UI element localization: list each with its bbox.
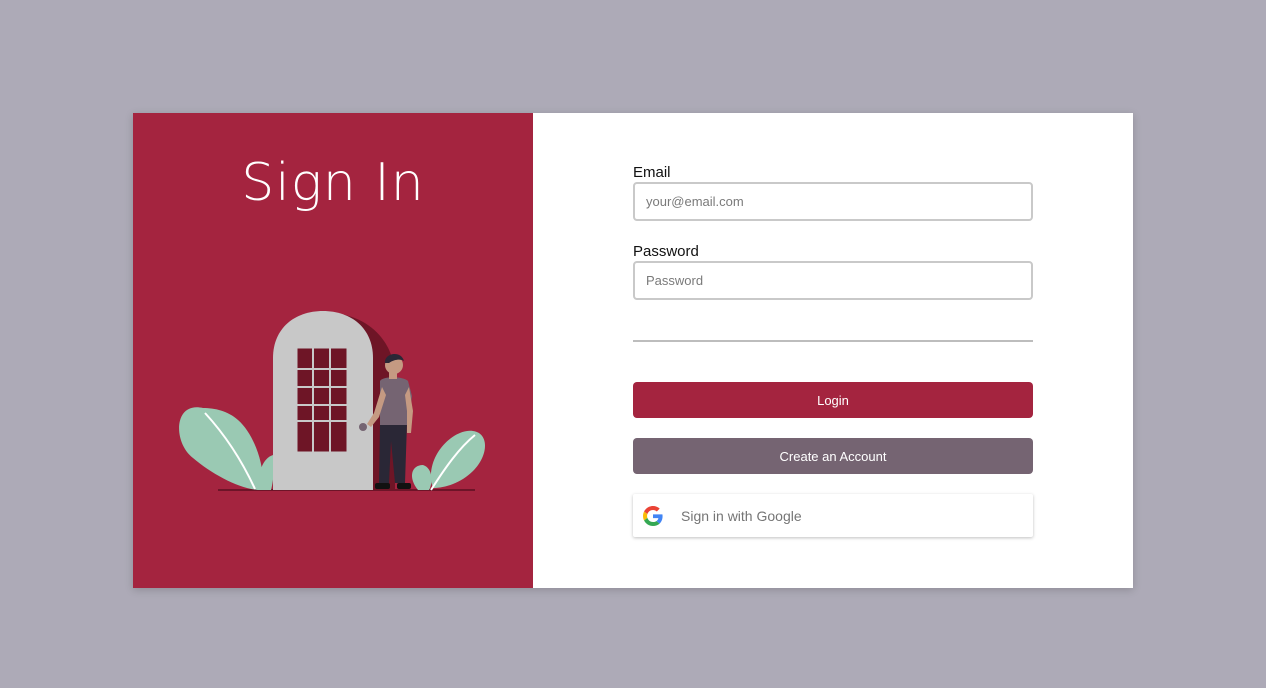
door-knob [359, 423, 367, 431]
email-label: Email [633, 164, 671, 181]
page-title: Sign In [241, 153, 425, 213]
login-button[interactable]: Login [633, 382, 1033, 418]
right-panel: Email Password Login Create an Account S… [533, 113, 1133, 588]
right-leaf [431, 430, 485, 488]
left-panel: Sign In [133, 113, 533, 588]
signin-form: Email Password Login Create an Account S… [633, 165, 1033, 537]
door-illustration [179, 311, 485, 491]
email-field[interactable] [633, 182, 1033, 221]
google-g-icon [643, 505, 663, 526]
signin-card: Sign In Email your@email.com Password Lo… [133, 113, 1133, 588]
form-divider [633, 340, 1033, 342]
password-label: Password [633, 243, 699, 260]
google-signin-label: Sign in with Google [681, 507, 802, 524]
door-window [296, 347, 348, 453]
google-signin-button[interactable]: Sign in with Google [633, 494, 1033, 537]
create-account-button[interactable]: Create an Account [633, 438, 1033, 474]
password-field[interactable] [633, 261, 1033, 300]
